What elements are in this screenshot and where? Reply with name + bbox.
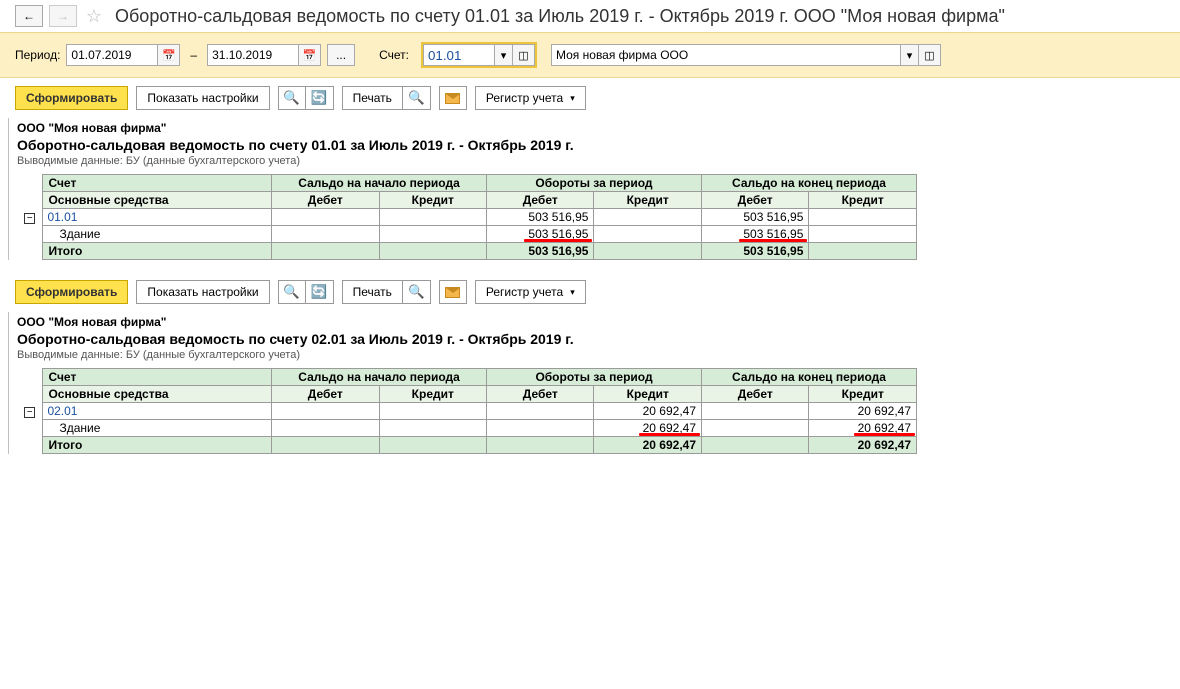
page-title: Оборотно-сальдовая ведомость по счету 01… (115, 6, 1005, 27)
calendar-icon[interactable]: 📅 (158, 44, 180, 66)
period-label: Период: (15, 48, 60, 62)
total-row: Итого 20 692,47 20 692,47 (17, 437, 917, 454)
email-icon[interactable] (439, 86, 467, 110)
report-org: ООО "Моя новая фирма" (17, 121, 1164, 135)
col-account: Счет (43, 369, 272, 386)
col-credit: Кредит (594, 192, 702, 209)
period-presets-button[interactable]: ... (327, 44, 355, 66)
col-assets: Основные средства (43, 192, 272, 209)
favorite-star-icon[interactable]: ☆ (83, 5, 105, 27)
report-toolbar: Сформировать Показать настройки 🔍 🔄 Печа… (0, 78, 1180, 118)
table-row[interactable]: − 02.01 20 692,47 20 692,47 (17, 403, 917, 420)
show-settings-button[interactable]: Показать настройки (136, 280, 269, 304)
col-start: Сальдо на начало периода (272, 369, 487, 386)
chevron-down-icon: ▾ (570, 93, 575, 104)
popout-icon[interactable]: ◫ (513, 44, 535, 66)
report-block: ООО "Моя новая фирма" Оборотно-сальдовая… (8, 118, 1172, 260)
refresh-search-icon[interactable]: 🔄 (306, 86, 334, 110)
table-row[interactable]: Здание 20 692,47 20 692,47 (17, 420, 917, 437)
popout-icon[interactable]: ◫ (919, 44, 941, 66)
refresh-search-icon[interactable]: 🔄 (306, 280, 334, 304)
col-assets: Основные средства (43, 386, 272, 403)
col-credit: Кредит (379, 386, 487, 403)
back-button[interactable]: ← (15, 5, 43, 27)
chevron-down-icon: ▾ (570, 287, 575, 298)
email-icon[interactable] (439, 280, 467, 304)
report-title: Оборотно-сальдовая ведомость по счету 02… (17, 331, 1164, 347)
col-start: Сальдо на начало периода (272, 175, 487, 192)
chevron-down-icon[interactable]: ▾ (901, 44, 919, 66)
report-title: Оборотно-сальдовая ведомость по счету 01… (17, 137, 1164, 153)
organization-input[interactable] (551, 44, 901, 66)
account-input[interactable] (423, 44, 495, 66)
report-table: Счет Сальдо на начало периода Обороты за… (17, 368, 917, 454)
total-row: Итого 503 516,95 503 516,95 (17, 243, 917, 260)
col-credit: Кредит (809, 192, 917, 209)
forward-button[interactable]: → (49, 5, 77, 27)
print-preview-icon[interactable]: 🔍 (403, 86, 431, 110)
col-end: Сальдо на конец периода (701, 175, 916, 192)
account-label: Счет: (379, 48, 409, 62)
report-table: Счет Сальдо на начало периода Обороты за… (17, 174, 917, 260)
col-debit: Дебет (272, 386, 379, 403)
calendar-icon[interactable]: 📅 (299, 44, 321, 66)
col-account: Счет (43, 175, 272, 192)
col-turnover: Обороты за период (487, 369, 702, 386)
period-separator: – (190, 48, 197, 62)
col-end: Сальдо на конец периода (702, 369, 917, 386)
col-credit: Кредит (379, 192, 487, 209)
col-credit: Кредит (594, 386, 702, 403)
col-debit: Дебет (487, 386, 594, 403)
date-from-input[interactable] (66, 44, 158, 66)
date-to-input[interactable] (207, 44, 299, 66)
collapse-toggle-icon[interactable]: − (24, 213, 35, 224)
table-row[interactable]: − 01.01 503 516,95 503 516,95 (17, 209, 917, 226)
col-debit: Дебет (487, 192, 594, 209)
generate-button[interactable]: Сформировать (15, 280, 128, 304)
collapse-toggle-icon[interactable]: − (24, 407, 35, 418)
col-debit: Дебет (702, 386, 809, 403)
registry-button[interactable]: Регистр учета▾ (475, 280, 586, 304)
col-debit: Дебет (272, 192, 379, 209)
col-debit: Дебет (701, 192, 808, 209)
col-turnover: Обороты за период (487, 175, 702, 192)
table-row[interactable]: Здание 503 516,95 503 516,95 (17, 226, 917, 243)
search-icon[interactable]: 🔍 (278, 280, 306, 304)
generate-button[interactable]: Сформировать (15, 86, 128, 110)
account-selector[interactable]: ▾ ◫ (421, 42, 537, 68)
report-subtitle: Выводимые данные: БУ (данные бухгалтерск… (17, 155, 1164, 167)
report-toolbar: Сформировать Показать настройки 🔍 🔄 Печа… (0, 272, 1180, 312)
search-icon[interactable]: 🔍 (278, 86, 306, 110)
print-preview-icon[interactable]: 🔍 (403, 280, 431, 304)
col-credit: Кредит (809, 386, 917, 403)
report-subtitle: Выводимые данные: БУ (данные бухгалтерск… (17, 349, 1164, 361)
filter-bar: Период: 📅 – 📅 ... Счет: ▾ ◫ ▾ ◫ (0, 32, 1180, 78)
print-button[interactable]: Печать (342, 280, 403, 304)
report-org: ООО "Моя новая фирма" (17, 315, 1164, 329)
chevron-down-icon[interactable]: ▾ (495, 44, 513, 66)
report-block: ООО "Моя новая фирма" Оборотно-сальдовая… (8, 312, 1172, 454)
registry-button[interactable]: Регистр учета▾ (475, 86, 586, 110)
show-settings-button[interactable]: Показать настройки (136, 86, 269, 110)
print-button[interactable]: Печать (342, 86, 403, 110)
